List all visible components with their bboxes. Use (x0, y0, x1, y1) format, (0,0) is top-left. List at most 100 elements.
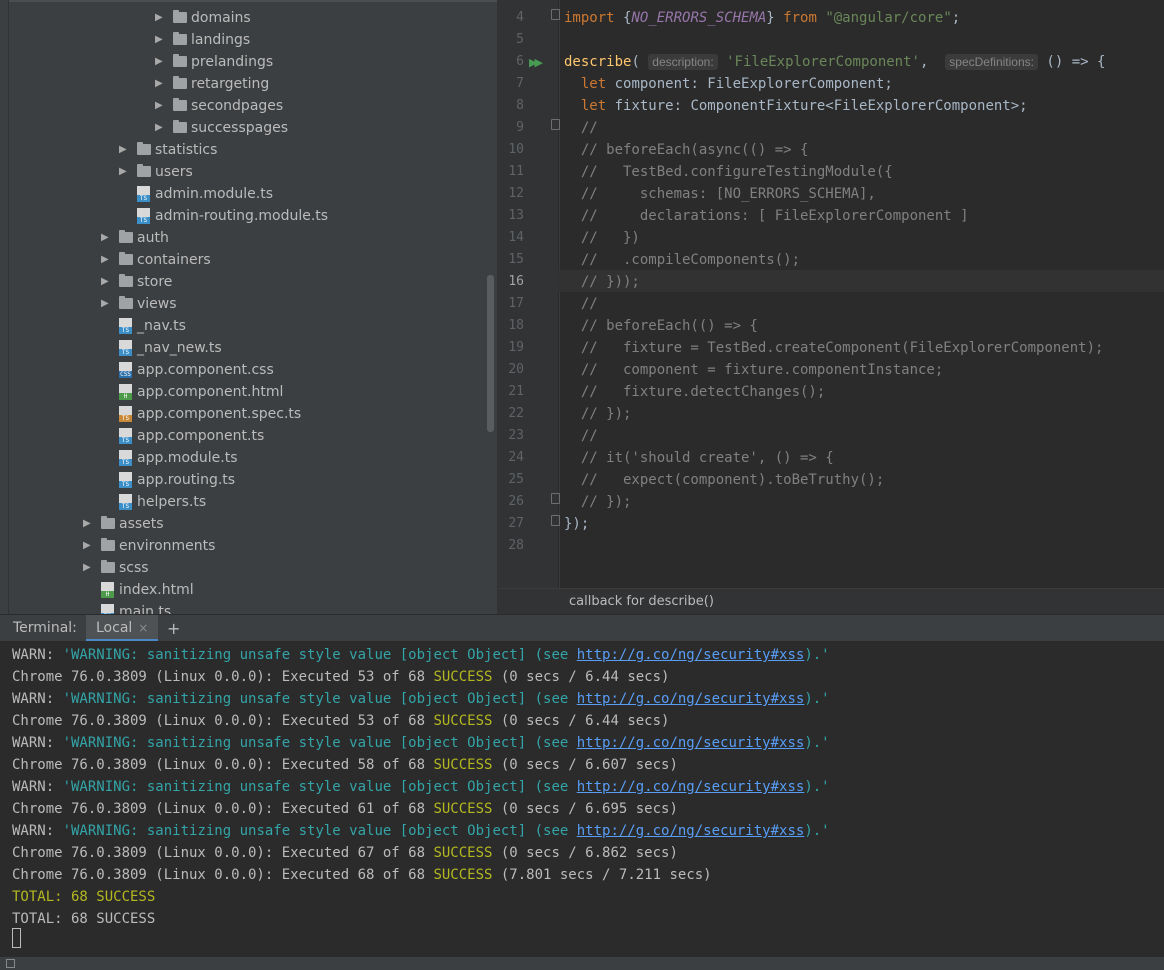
code-line[interactable]: // (564, 293, 598, 315)
code-line[interactable]: // }); (564, 403, 632, 425)
tree-item-label: app.component.ts (137, 428, 265, 444)
terminal-exec-line: Chrome 76.0.3809 (Linux 0.0.0): Executed… (12, 864, 712, 886)
expand-arrow-icon[interactable]: ▶ (155, 95, 165, 117)
warn-message-tail: ).' (804, 823, 830, 839)
tree-scrollbar-thumb[interactable] (487, 275, 494, 432)
fold-marker-icon[interactable] (551, 9, 560, 20)
fold-marker-icon[interactable] (551, 515, 560, 526)
expand-arrow-icon[interactable]: ▶ (155, 7, 165, 29)
line-number: 24 (508, 450, 524, 465)
expand-arrow-icon[interactable]: ▶ (83, 513, 93, 535)
expand-arrow-icon[interactable]: ▶ (101, 249, 111, 271)
line-number: 21 (508, 384, 524, 399)
code-line[interactable]: // }); (564, 491, 632, 513)
project-tree[interactable]: ▶ domains ▶ landings ▶ prelandings ▶ retargetin… (0, 0, 497, 614)
editor-breadcrumb[interactable]: callback for describe() (498, 588, 1164, 614)
line-number: 9 (516, 120, 524, 135)
security-link[interactable]: http://g.co/ng/security#xss (577, 779, 805, 795)
exec-timing: (0 secs / 6.44 secs) (492, 713, 670, 729)
warn-prefix: WARN: (12, 647, 63, 663)
warn-message-tail: ).' (804, 647, 830, 663)
warn-message: 'WARNING: sanitizing unsafe style value … (62, 735, 577, 751)
terminal-exec-line: Chrome 76.0.3809 (Linux 0.0.0): Executed… (12, 798, 678, 820)
exec-timing: (7.801 secs / 7.211 secs) (492, 867, 712, 883)
expand-arrow-icon[interactable]: ▶ (155, 117, 165, 139)
code-line[interactable]: let fixture: ComponentFixture<FileExplor… (564, 95, 1028, 117)
folder-icon (173, 76, 187, 89)
code-line[interactable]: // component = fixture.componentInstance… (564, 359, 943, 381)
code-line[interactable]: // }) (564, 227, 640, 249)
fold-marker-icon[interactable] (551, 119, 560, 130)
fold-marker-icon[interactable] (551, 493, 560, 504)
terminal-exec-line: Chrome 76.0.3809 (Linux 0.0.0): Executed… (12, 754, 678, 776)
tree-item-label: _nav.ts (137, 318, 186, 334)
code-editor[interactable]: ▶▶ 4 5 6 7 8 9 10 11 12 13 14 15 16 17 18 19 20 21 22 23 24 2… (497, 0, 1164, 614)
tree-top-strip (0, 0, 497, 2)
new-terminal-tab-button[interactable]: + (167, 615, 180, 642)
code-line[interactable]: // fixture = TestBed.createComponent(Fil… (564, 337, 1104, 359)
expand-arrow-icon[interactable]: ▶ (155, 29, 165, 51)
code-line[interactable]: describe( description: 'FileExplorerComp… (564, 51, 1105, 73)
expand-arrow-icon[interactable]: ▶ (119, 161, 129, 183)
folder-icon (173, 54, 187, 67)
line-number: 28 (508, 538, 524, 553)
close-icon[interactable]: × (138, 621, 148, 635)
file-icon: TS (119, 406, 132, 422)
tree-item-label: app.module.ts (137, 450, 238, 466)
total-label: TOTAL: 68 SUCCESS (12, 911, 156, 927)
file-type-badge: TS (137, 195, 150, 202)
terminal-output[interactable]: WARN: 'WARNING: sanitizing unsafe style … (0, 641, 1164, 956)
tree-item-label: auth (137, 230, 169, 246)
code-line[interactable]: // fixture.detectChanges(); (564, 381, 825, 403)
expand-arrow-icon[interactable]: ▶ (101, 271, 111, 293)
security-link[interactable]: http://g.co/ng/security#xss (577, 735, 805, 751)
expand-arrow-icon[interactable]: ▶ (101, 227, 111, 249)
code-line[interactable]: // .compileComponents(); (564, 249, 800, 271)
tree-item-label: landings (191, 32, 251, 48)
line-number: 25 (508, 472, 524, 487)
code-line[interactable]: // it('should create', () => { (564, 447, 834, 469)
breadcrumb-label[interactable]: callback for describe() (569, 589, 714, 614)
code-line[interactable]: import {NO_ERRORS_SCHEMA} from "@angular… (564, 7, 960, 29)
toggle-tool-windows-icon[interactable] (6, 959, 15, 968)
run-test-icon[interactable]: ▶▶ (529, 56, 543, 69)
expand-arrow-icon[interactable]: ▶ (83, 557, 93, 579)
code-line[interactable]: // beforeEach(() => { (564, 315, 758, 337)
tree-item-label: main.ts (119, 604, 172, 614)
line-number: 8 (516, 98, 524, 113)
expand-arrow-icon[interactable]: ▶ (155, 73, 165, 95)
expand-arrow-icon[interactable]: ▶ (101, 293, 111, 315)
code-line[interactable]: // TestBed.configureTestingModule({ (564, 161, 893, 183)
line-number: 20 (508, 362, 524, 377)
code-line[interactable]: // beforeEach(async(() => { (564, 139, 809, 161)
expand-arrow-icon[interactable]: ▶ (83, 535, 93, 557)
warn-prefix: WARN: (12, 779, 63, 795)
tab-local[interactable]: Local × (86, 615, 159, 642)
editor-gutter: ▶▶ 4 5 6 7 8 9 10 11 12 13 14 15 16 17 18 19 20 21 22 23 24 2… (498, 0, 560, 588)
parameter-hint: description: (648, 54, 718, 70)
exec-timing: (0 secs / 6.44 secs) (492, 669, 670, 685)
file-type-badge: TS (119, 349, 132, 356)
folder-icon (119, 230, 133, 243)
security-link[interactable]: http://g.co/ng/security#xss (577, 823, 805, 839)
code-line[interactable]: // (564, 117, 598, 139)
expand-arrow-icon[interactable]: ▶ (155, 51, 165, 73)
line-number: 7 (516, 76, 524, 91)
terminal-exec-line: Chrome 76.0.3809 (Linux 0.0.0): Executed… (12, 842, 678, 864)
file-icon: TS (137, 186, 150, 202)
code-line[interactable]: // })); (564, 271, 640, 293)
folder-icon (173, 120, 187, 133)
code-line[interactable]: // schemas: [NO_ERRORS_SCHEMA], (564, 183, 876, 205)
tree-item-label: successpages (191, 120, 289, 136)
code-line[interactable]: // expect(component).toBeTruthy(); (564, 469, 884, 491)
security-link[interactable]: http://g.co/ng/security#xss (577, 691, 805, 707)
code-line[interactable]: let component: FileExplorerComponent; (564, 73, 893, 95)
code-line[interactable]: // (564, 425, 598, 447)
security-link[interactable]: http://g.co/ng/security#xss (577, 647, 805, 663)
line-number: 26 (508, 494, 524, 509)
expand-arrow-icon[interactable]: ▶ (119, 139, 129, 161)
code-line[interactable]: // declarations: [ FileExplorerComponent… (564, 205, 969, 227)
terminal-total-line: TOTAL: 68 SUCCESS (12, 886, 155, 908)
code-line[interactable]: }); (564, 513, 589, 535)
tree-item-label: environments (119, 538, 216, 554)
